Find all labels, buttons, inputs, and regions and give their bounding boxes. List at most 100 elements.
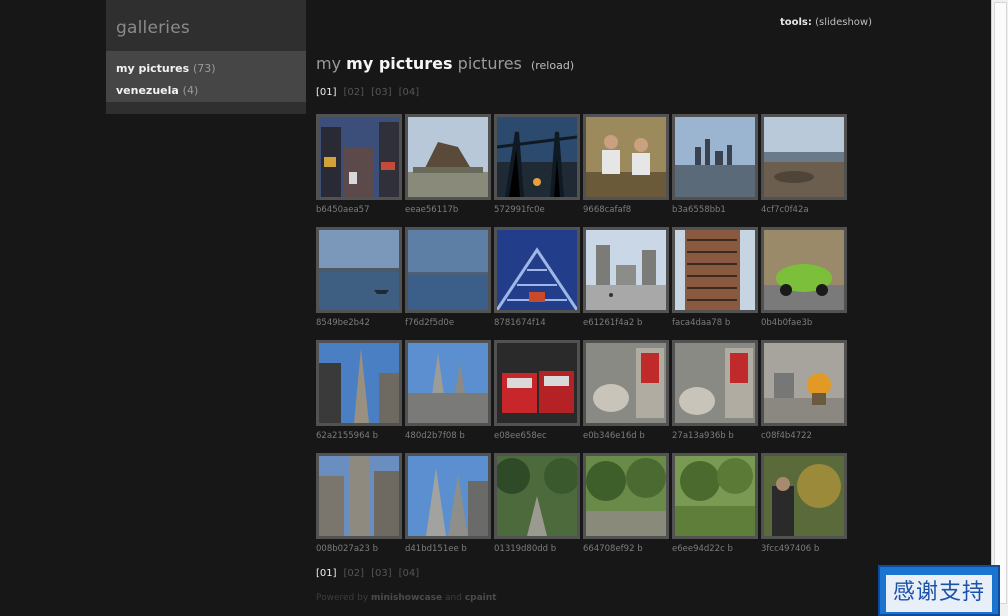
minishowcase-link[interactable]: minishowcase xyxy=(371,593,442,603)
skyscraper-photo xyxy=(319,343,399,423)
gallery-item-venezuela[interactable]: venezuela (4) xyxy=(116,84,198,97)
thumbnail-image[interactable] xyxy=(583,227,669,313)
thumbnail-image[interactable] xyxy=(583,114,669,200)
support-badge-text: 感谢支持 xyxy=(886,575,992,612)
footer-prefix: Powered by xyxy=(316,593,369,603)
thumbnail-item: 664708ef92 b xyxy=(583,453,669,561)
reload-link[interactable]: (reload) xyxy=(531,59,574,72)
thumbnail-caption: 3fcc497406 b xyxy=(761,544,820,554)
thumbnail-item: 8781674f14 xyxy=(494,227,580,335)
thumbnail-caption: b6450aea57 xyxy=(316,205,370,215)
thumbnail-item: b3a6558bb1 xyxy=(672,114,758,222)
thumbnail-caption: 27a13a936b b xyxy=(672,431,734,441)
thumbnail-image[interactable] xyxy=(494,340,580,426)
thumbnail-item: f76d2f5d0e xyxy=(405,227,491,335)
thumbnail-image[interactable] xyxy=(316,453,402,539)
page-link-03[interactable]: [03] xyxy=(371,87,392,98)
thumbnail-image[interactable] xyxy=(405,114,491,200)
bridge-dusk-photo xyxy=(497,117,577,197)
thumbnail-caption: 0b4b0fae3b xyxy=(761,318,813,328)
blue-bridge-photo xyxy=(497,230,577,310)
tools-label: tools: xyxy=(779,17,812,28)
gallery-name: venezuela xyxy=(116,84,179,97)
scrollbar-thumb[interactable] xyxy=(994,2,1007,604)
thumbnail-image[interactable] xyxy=(672,227,758,313)
thumbnail-item: 572991fc0e xyxy=(494,114,580,222)
thumbnail-image[interactable] xyxy=(405,453,491,539)
cathedral-spires-photo-2 xyxy=(408,456,488,536)
footer: Powered by minishowcase and cpaint xyxy=(316,593,496,603)
thumbnail-image[interactable] xyxy=(583,340,669,426)
library-lion-photo-2 xyxy=(675,343,755,423)
thumbnail-image[interactable] xyxy=(761,340,847,426)
support-badge[interactable]: 感谢支持 xyxy=(878,565,1000,616)
rockefeller-photo xyxy=(319,456,399,536)
thumbnail-item: faca4daa78 b xyxy=(672,227,758,335)
page-link-02[interactable]: [02] xyxy=(344,568,365,579)
gallery-item-my-pictures[interactable]: my pictures (73) xyxy=(116,62,216,75)
thumbnail-caption: 572991fc0e xyxy=(494,205,545,215)
thumbnail-item: 0b4b0fae3b xyxy=(761,227,847,335)
page-link-04[interactable]: [04] xyxy=(399,568,420,579)
hazy-harbor-photo xyxy=(408,230,488,310)
park-path-photo xyxy=(497,456,577,536)
thumbnail-item: 9668cafaf8 xyxy=(583,114,669,222)
thumbnail-caption: 01319d80dd b xyxy=(494,544,557,554)
page-link-01[interactable]: [01] xyxy=(316,568,337,579)
thumbnail-caption: b3a6558bb1 xyxy=(672,205,726,215)
rocky-shore-photo xyxy=(764,117,844,197)
thumbnail-image[interactable] xyxy=(316,114,402,200)
thumbnail-image[interactable] xyxy=(405,340,491,426)
thumbnail-caption: eeae56117b xyxy=(405,205,459,215)
library-steps-photo xyxy=(764,343,844,423)
pager-top: [01] [02] [03] [04] xyxy=(316,87,426,98)
thumbnail-image[interactable] xyxy=(761,453,847,539)
thumbnail-item: e6ee94d22c b xyxy=(672,453,758,561)
thumbnail-caption: 62a2155964 b xyxy=(316,431,378,441)
thumbnail-image[interactable] xyxy=(672,340,758,426)
thumbnail-item: e08ee658ec xyxy=(494,340,580,448)
page-link-03[interactable]: [03] xyxy=(371,568,392,579)
park-trees-photo xyxy=(586,456,666,536)
sidebar-title: galleries xyxy=(116,18,190,38)
gallery-title: my pictures xyxy=(346,54,453,73)
gallery-list: my pictures (73) venezuela (4) xyxy=(106,51,306,102)
thumbnail-image[interactable] xyxy=(494,227,580,313)
footer-and: and xyxy=(445,593,462,603)
park-lawn-photo xyxy=(675,456,755,536)
thumbnail-item: 62a2155964 b xyxy=(316,340,402,448)
cpaint-link[interactable]: cpaint xyxy=(465,593,497,603)
page-link-01[interactable]: [01] xyxy=(316,87,337,98)
title-prefix: my xyxy=(316,54,342,73)
harbor-boat-photo xyxy=(319,230,399,310)
thumbnail-image[interactable] xyxy=(672,114,758,200)
thumbnail-image[interactable] xyxy=(494,453,580,539)
thumbnail-item: eeae56117b xyxy=(405,114,491,222)
thumbnail-image[interactable] xyxy=(672,453,758,539)
thumbnail-image[interactable] xyxy=(583,453,669,539)
slideshow-link[interactable]: (slideshow) xyxy=(815,17,872,28)
thumbnail-image[interactable] xyxy=(761,227,847,313)
cathedral-spires-photo xyxy=(408,343,488,423)
skyline-water-photo xyxy=(675,117,755,197)
thumbnail-item: 480d2b7f08 b xyxy=(405,340,491,448)
thumbnail-image[interactable] xyxy=(494,114,580,200)
thumbnail-image[interactable] xyxy=(316,227,402,313)
thumbnail-caption: 480d2b7f08 b xyxy=(405,431,465,441)
page-link-02[interactable]: [02] xyxy=(344,87,365,98)
thumbnail-caption: e6ee94d22c b xyxy=(672,544,733,554)
thumbnail-caption: 8549be2b42 xyxy=(316,318,370,328)
thumbnail-caption: e08ee658ec xyxy=(494,431,547,441)
fire-truck-photo xyxy=(497,343,577,423)
thumbnail-image[interactable] xyxy=(761,114,847,200)
vertical-scrollbar[interactable] xyxy=(991,0,1008,616)
thumbnail-item: e61261f4a2 b xyxy=(583,227,669,335)
gallery-name: my pictures xyxy=(116,62,190,75)
thumbnail-caption: 8781674f14 xyxy=(494,318,546,328)
page-title: my my pictures pictures (reload) xyxy=(316,54,574,73)
page-link-04[interactable]: [04] xyxy=(399,87,420,98)
thumbnail-image[interactable] xyxy=(316,340,402,426)
thumbnail-caption: 008b027a23 b xyxy=(316,544,378,554)
photographer-park-photo xyxy=(764,456,844,536)
thumbnail-image[interactable] xyxy=(405,227,491,313)
